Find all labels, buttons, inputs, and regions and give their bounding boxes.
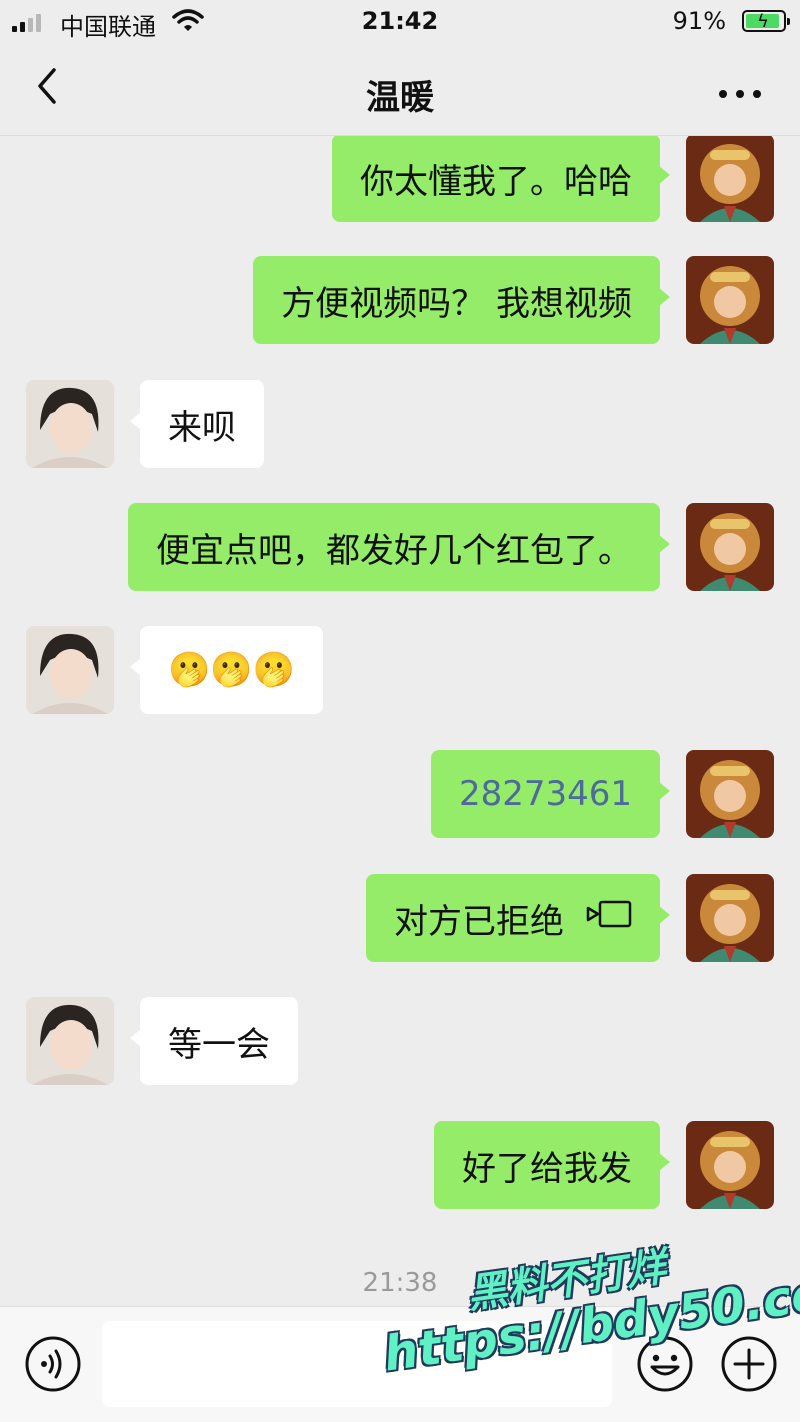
video-call-icon	[586, 898, 632, 938]
message-text: 方便视频吗？ 我想视频	[281, 283, 632, 324]
avatar-me[interactable]	[686, 750, 774, 838]
avatar-me[interactable]	[686, 503, 774, 591]
plus-icon[interactable]	[720, 1335, 778, 1397]
avatar-contact[interactable]	[26, 626, 114, 714]
call-status-text: 对方已拒绝	[394, 901, 564, 942]
avatar-me[interactable]	[686, 256, 774, 344]
message-text: 等一会	[168, 1024, 270, 1065]
message-bubble-received[interactable]: 🫢🫢🫢	[129, 626, 324, 714]
battery-percent: 91%	[672, 7, 726, 35]
message-bubble-received[interactable]: 等一会	[130, 997, 298, 1085]
input-bar	[0, 1306, 800, 1422]
battery-charging-icon: ϟ	[742, 10, 790, 32]
message-emoji: 🫢🫢🫢	[168, 650, 296, 690]
message-bubble-sent[interactable]: 方便视频吗？ 我想视频	[253, 256, 670, 344]
avatar-contact[interactable]	[26, 997, 114, 1085]
message-bubble-received[interactable]: 来呗	[130, 380, 264, 468]
avatar-me[interactable]	[686, 874, 774, 962]
message-bubble-sent[interactable]: 好了给我发	[434, 1121, 670, 1209]
voice-icon[interactable]	[24, 1335, 82, 1397]
message-text: 你太懂我了。哈哈	[360, 161, 632, 202]
message-text: 来呗	[168, 407, 236, 448]
chat-title: 温暖	[366, 78, 434, 118]
avatar-contact[interactable]	[26, 380, 114, 468]
message-bubble-sent[interactable]: 你太懂我了。哈哈	[332, 136, 670, 222]
chat-header: 温暖	[0, 46, 800, 136]
avatar-me[interactable]	[686, 136, 774, 222]
avatar-me[interactable]	[686, 1121, 774, 1209]
message-list[interactable]: 你太懂我了。哈哈 方便视频吗？ 我想视频 来呗 便宜点吧，都发好几个红包了。 🫢…	[0, 136, 800, 1306]
call-record-bubble[interactable]: 对方已拒绝	[366, 874, 670, 962]
more-dots-icon[interactable]	[718, 84, 762, 98]
message-number-link[interactable]: 28273461	[459, 774, 632, 814]
status-bar: 中国联通 21:42 91% ϟ	[0, 0, 800, 46]
emoji-icon[interactable]	[636, 1335, 694, 1397]
message-text: 便宜点吧，都发好几个红包了。	[156, 530, 632, 571]
message-bubble-sent[interactable]: 便宜点吧，都发好几个红包了。	[128, 503, 670, 591]
message-input[interactable]	[102, 1321, 612, 1407]
message-bubble-sent[interactable]: 28273461	[430, 750, 671, 838]
message-text: 好了给我发	[462, 1148, 632, 1189]
message-timestamp: 21:38	[362, 1268, 438, 1298]
